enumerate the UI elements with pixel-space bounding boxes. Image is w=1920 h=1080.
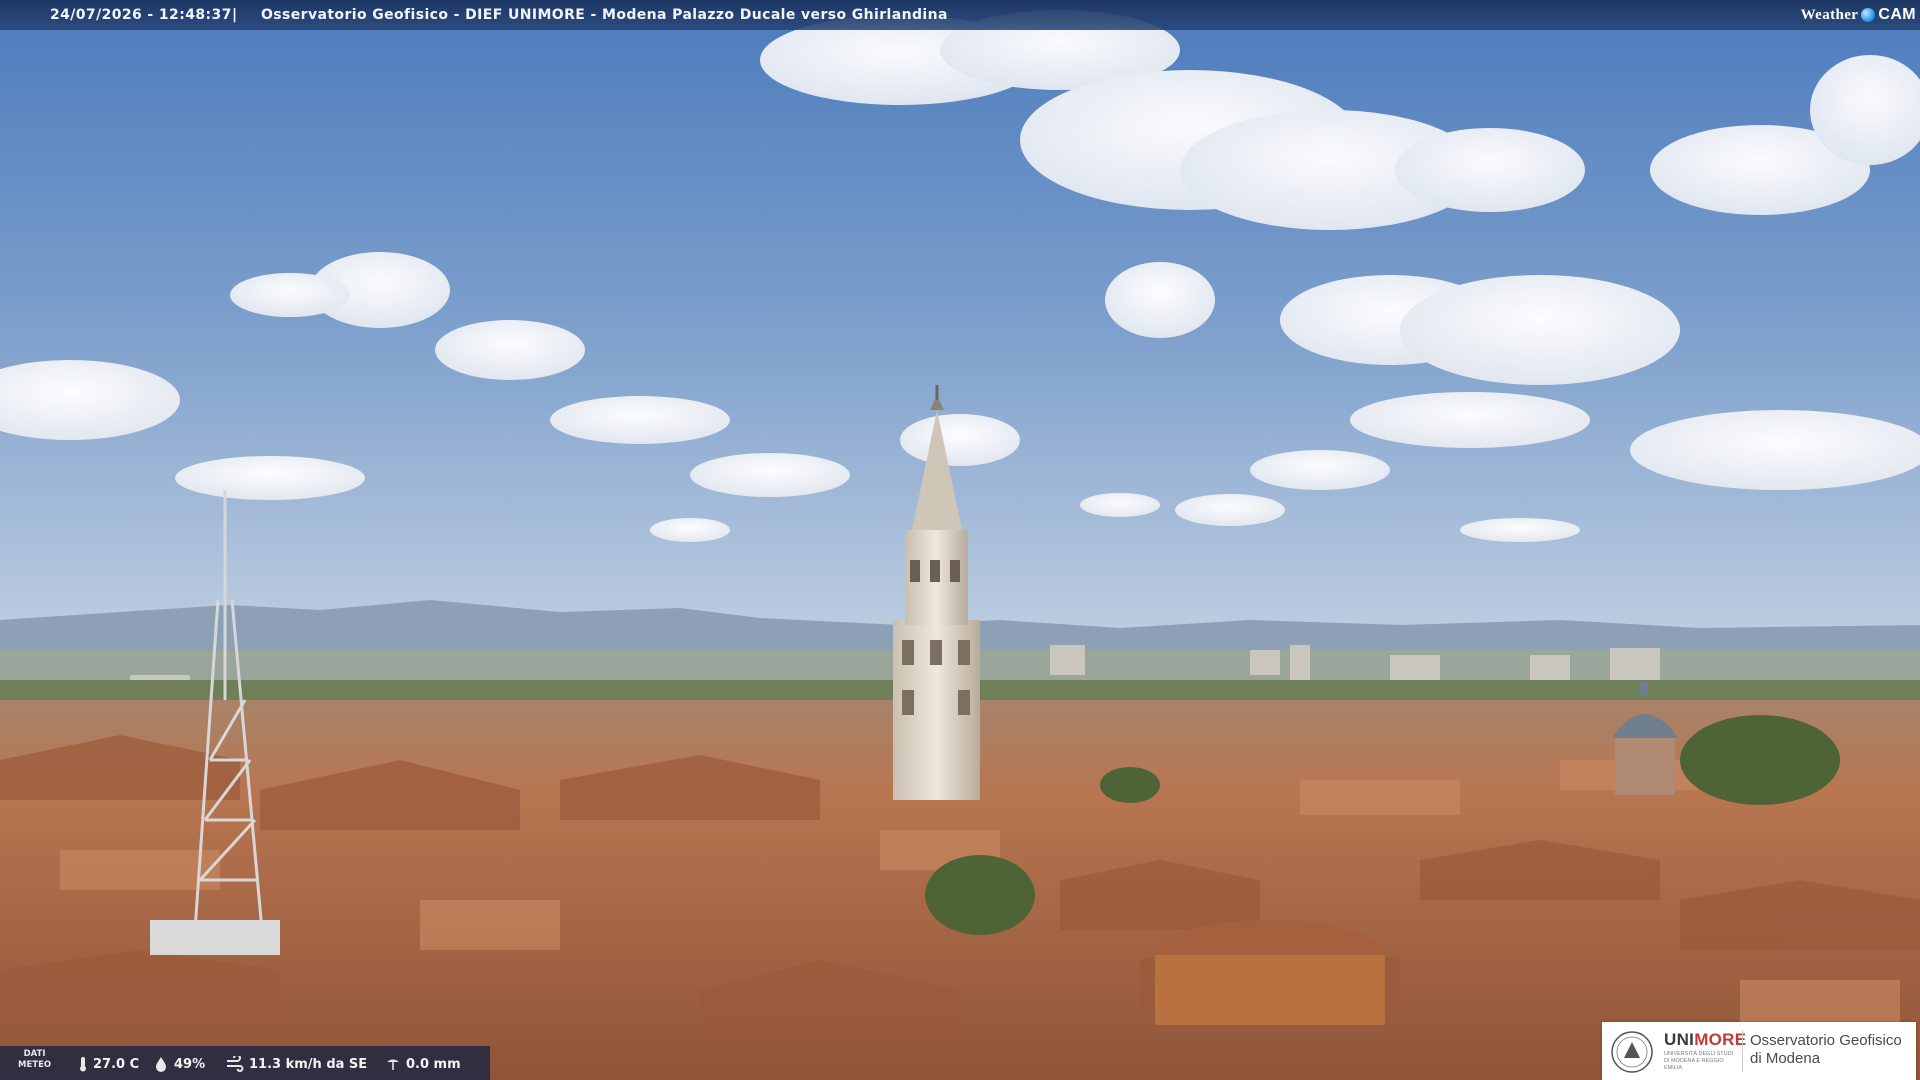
brand-weather: Weather (1800, 6, 1859, 23)
unimore-subtitle: Università degli Studi di Modena e Reggi… (1664, 1051, 1734, 1071)
observatory-line1: Osservatorio Geofisico (1750, 1032, 1902, 1049)
unimore-seal-icon (1611, 1031, 1653, 1073)
weathercam-logo: Weather CAM (1801, 4, 1916, 26)
logo-divider (1742, 1030, 1743, 1072)
humidity-reading: 49% (153, 1056, 205, 1072)
unimore-wordmark: UNIMORE (1664, 1030, 1746, 1050)
weathercam-drop-icon (1861, 8, 1876, 22)
humidity-drop-icon (156, 1057, 166, 1072)
unimore-suffix: MORE (1694, 1030, 1747, 1049)
temperature-reading: 27.0 C (78, 1056, 139, 1072)
wind-reading: 11.3 km/h da SE (226, 1056, 367, 1072)
weather-label-line2: METEO (18, 1060, 52, 1070)
thermometer-icon (80, 1057, 86, 1072)
observatory-name: Osservatorio Geofisico di Modena (1750, 1032, 1902, 1068)
camera-title: Osservatorio Geofisico - DIEF UNIMORE - … (261, 7, 948, 23)
header-bar: 24/07/2026 - 12:48:37 | Osservatorio Geo… (0, 0, 1920, 30)
wind-icon (227, 1056, 244, 1072)
humidity-value: 49% (174, 1056, 206, 1072)
weather-label-line1: DATI (23, 1049, 46, 1059)
brand-cam: CAM (1878, 6, 1916, 23)
observatory-line2: di Modena (1750, 1050, 1821, 1067)
temperature-value: 27.0 C (93, 1056, 140, 1072)
wind-value: 11.3 km/h da SE (249, 1056, 368, 1072)
webcam-scene (0, 0, 1920, 1080)
weather-data-label: DATI METEO (18, 1049, 51, 1071)
unimore-prefix: UNI (1664, 1030, 1695, 1049)
rain-gauge-icon (387, 1059, 399, 1070)
rain-reading: 0.0 mm (385, 1056, 461, 1072)
unimore-logo-card: UNIMORE Università degli Studi di Modena… (1602, 1022, 1916, 1080)
weather-data-bar: DATI METEO 27.0 C 49% 11.3 km/h da SE 0.… (0, 1046, 490, 1080)
rain-value: 0.0 mm (406, 1056, 461, 1072)
header-separator: | (232, 7, 238, 23)
timestamp: 24/07/2026 - 12:48:37 (50, 7, 232, 23)
